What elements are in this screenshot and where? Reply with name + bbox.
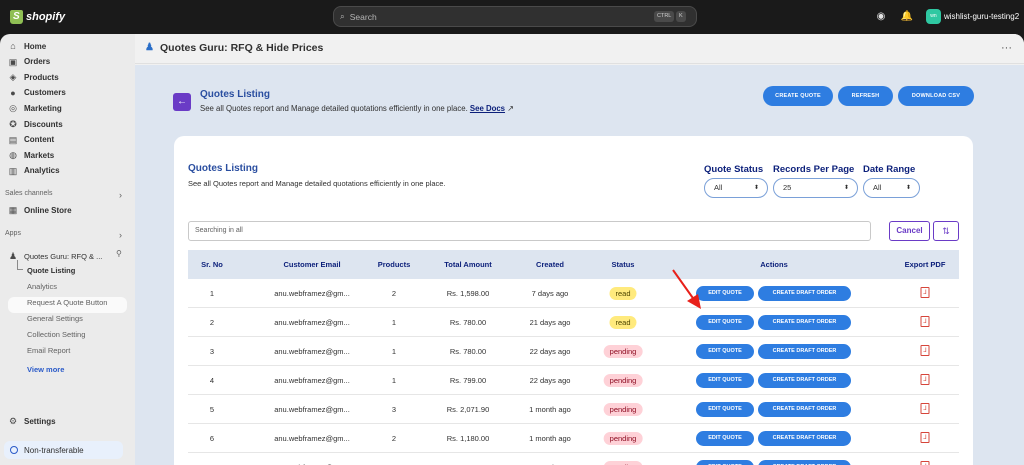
analytics-icon: ▥	[8, 165, 18, 176]
chevron-right-icon[interactable]: ›	[119, 190, 122, 200]
sidebar-item-orders[interactable]: ▣ Orders	[8, 55, 51, 69]
sidebar-item-label: Markets	[24, 150, 55, 160]
marketing-icon: ◎	[9, 103, 17, 114]
pin-icon[interactable]: ⚲	[116, 249, 122, 258]
apps-label: Apps	[5, 230, 21, 237]
sidebar-item-label: Orders	[24, 57, 51, 67]
sidebar-item-online-store[interactable]: ▦ Online Store	[8, 203, 72, 217]
store-name[interactable]: wishlist-guru-testing2	[944, 12, 1019, 21]
global-search[interactable]: ⌕ Search CTRL K	[333, 6, 697, 27]
top-bar: shopify ⌕ Search CTRL K ◉ 🔔 wn wishlist-…	[0, 0, 1024, 34]
shopify-logo[interactable]: shopify	[10, 9, 65, 25]
sidebar-subitem[interactable]: Quote Listing	[27, 266, 75, 275]
shopify-bag-icon	[10, 10, 23, 24]
sidebar-item-settings[interactable]: ⚙ Settings	[8, 414, 56, 428]
sidebar-item-label: Analytics	[24, 166, 60, 176]
app-bar: ♟ Quotes Guru: RFQ & Hide Prices ···	[135, 34, 1024, 64]
sidebar-item-label: Discounts	[24, 119, 63, 129]
sidebar-item-label: Home	[24, 41, 47, 51]
sidebar-item-label: Products	[24, 72, 59, 82]
sales-channels-label: Sales channels	[5, 190, 53, 197]
sidebar-item-label: Quotes Guru: RFQ & ...	[24, 251, 103, 261]
sidebar-item-label: Customers	[24, 88, 66, 98]
non-transferable-label: Non-transferable	[24, 445, 84, 455]
search-icon: ⌕	[340, 11, 345, 21]
sidebar-item-customers[interactable]: ● Customers	[8, 86, 66, 100]
discounts-icon: ✪	[9, 119, 17, 129]
more-options-icon[interactable]: ···	[1001, 42, 1012, 54]
sidebar-item-label: Settings	[24, 416, 56, 426]
app-logo-icon: ♟	[145, 42, 154, 53]
gear-icon: ⚙	[8, 416, 18, 426]
home-icon: ⌂	[10, 41, 16, 51]
app-canvas: ← Quotes Listing See all Quotes report a…	[135, 65, 1024, 465]
sidebar-subitem[interactable]: Email Report	[27, 346, 70, 355]
sidebar-item-label: Online Store	[24, 205, 72, 215]
app-title: ♟ Quotes Guru: RFQ & Hide Prices	[145, 42, 323, 54]
sidekick-icon[interactable]: ◉	[874, 10, 888, 24]
view-more-link[interactable]: View more	[27, 365, 64, 374]
sidebar-item-content[interactable]: ▤ Content	[8, 133, 54, 147]
sidebar-item-analytics[interactable]: ▥ Analytics	[8, 164, 60, 178]
chevron-right-icon[interactable]: ›	[119, 230, 122, 240]
tree-connector	[17, 260, 23, 270]
sidebar-item-label: Content	[24, 135, 55, 145]
sidebar-item-discounts[interactable]: ✪ Discounts	[8, 117, 63, 131]
bell-icon[interactable]: 🔔	[900, 10, 914, 24]
orders-icon: ▣	[8, 56, 18, 67]
avatar[interactable]: wn	[926, 9, 941, 24]
annotation-arrow	[672, 269, 701, 309]
shortcut-k: K	[676, 11, 686, 22]
search-placeholder: Search	[349, 11, 377, 22]
sidebar-item-home[interactable]: ⌂ Home	[8, 39, 46, 53]
main-area: ♟ Quotes Guru: RFQ & Hide Prices ··· ← Q…	[135, 34, 1024, 465]
brand-name: shopify	[26, 11, 66, 23]
shortcut-ctrl: CTRL	[654, 11, 675, 22]
sidebar-subitem[interactable]: Request A Quote Button	[27, 298, 107, 307]
store-icon: ▦	[8, 205, 18, 215]
sidebar-item-label: Marketing	[24, 103, 62, 113]
sidebar-subitem[interactable]: General Settings	[27, 314, 83, 323]
sidebar: ⌂ Home ▣ Orders ◈ Products ● Customers ◎ Marketin…	[0, 34, 135, 465]
sidebar-item-markets[interactable]: ◍ Markets	[8, 148, 54, 162]
sidebar-item-marketing[interactable]: ◎ Marketing	[8, 101, 62, 115]
sidebar-subitem[interactable]: Analytics	[27, 282, 57, 291]
sidebar-subitem[interactable]: Collection Setting	[27, 330, 85, 339]
products-icon: ◈	[9, 72, 17, 83]
markets-icon: ◍	[9, 150, 17, 161]
info-icon	[10, 446, 18, 454]
content-icon: ▤	[8, 134, 18, 145]
customers-icon: ●	[10, 87, 16, 98]
app-title-text: Quotes Guru: RFQ & Hide Prices	[160, 42, 324, 54]
non-transferable-banner[interactable]: Non-transferable	[4, 441, 123, 459]
sidebar-item-products[interactable]: ◈ Products	[8, 70, 59, 84]
